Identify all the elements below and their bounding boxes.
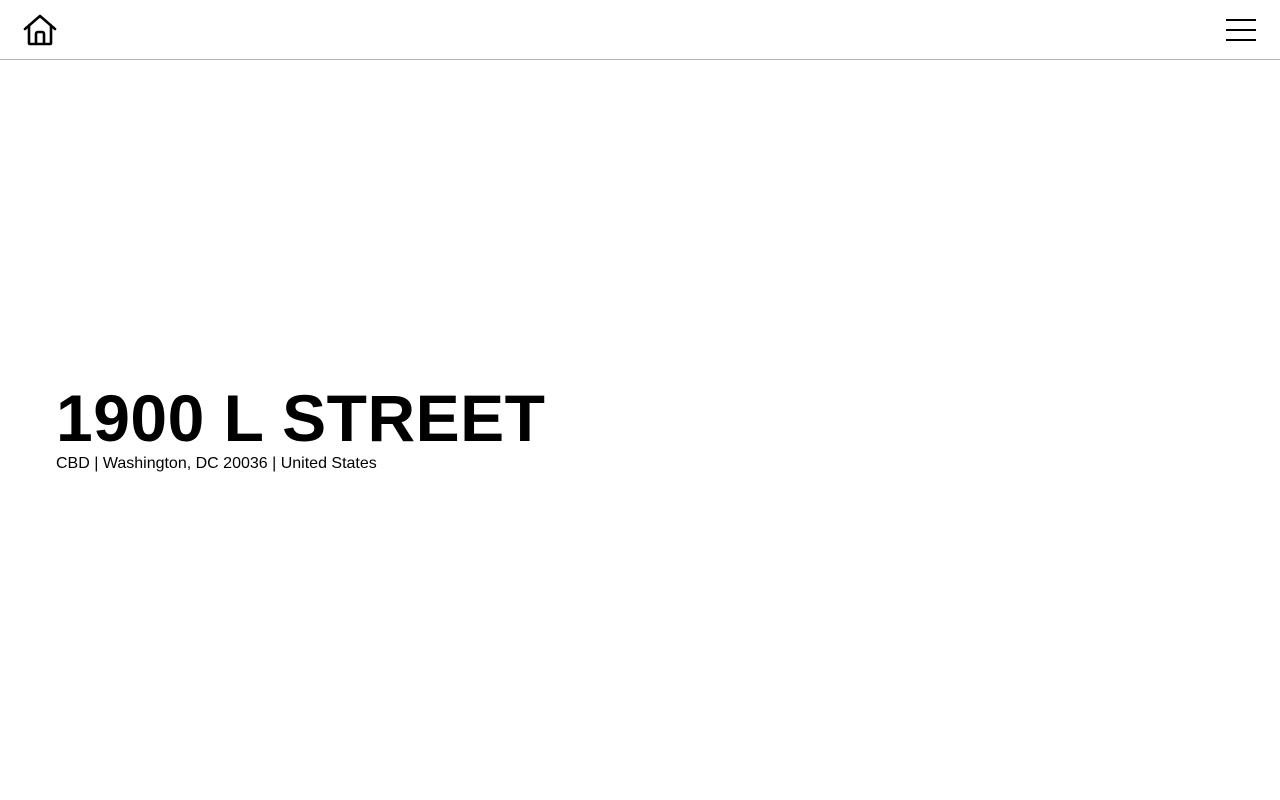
home-link[interactable] [22,13,58,47]
menu-button[interactable] [1224,17,1258,43]
hamburger-menu-icon-bar [1226,39,1256,41]
hamburger-menu-icon-bar [1226,29,1256,31]
page-title: 1900 L STREET [56,381,546,455]
site-header [0,0,1280,60]
hero-section: 1900 L STREET CBD | Washington, DC 20036… [56,382,1056,474]
home-icon [23,14,57,46]
address-line: CBD | Washington, DC 20036 | United Stat… [56,455,377,472]
hamburger-menu-icon [1226,19,1256,21]
